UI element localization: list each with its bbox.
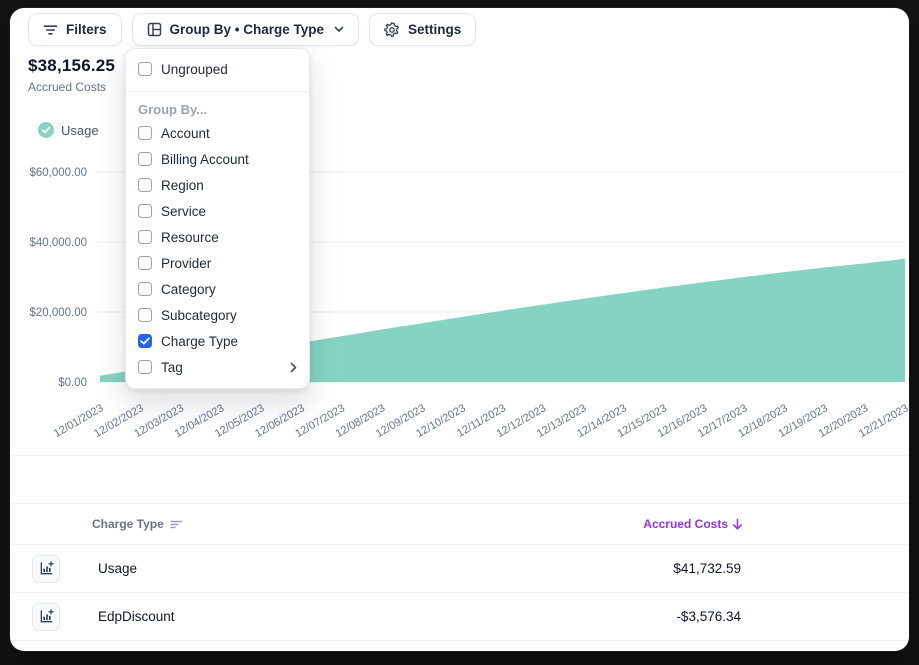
accrued-costs-cell: -$3,576.34 bbox=[676, 609, 741, 624]
filters-button[interactable]: Filters bbox=[28, 13, 122, 46]
menu-item-region[interactable]: Region bbox=[126, 172, 309, 198]
charge-type-table: Charge Type Accrued Costs Usage $41,732.5… bbox=[10, 503, 909, 641]
menu-item-label: Subcategory bbox=[161, 308, 237, 323]
checkbox-subcategory[interactable] bbox=[138, 308, 152, 322]
check-circle-icon bbox=[38, 122, 54, 138]
column-header-accrued-costs[interactable]: Accrued Costs bbox=[643, 517, 743, 531]
checkbox-ungrouped[interactable] bbox=[138, 62, 152, 76]
section-divider bbox=[10, 455, 909, 456]
menu-item-provider[interactable]: Provider bbox=[126, 250, 309, 276]
table-row-usage[interactable]: Usage $41,732.59 bbox=[10, 545, 909, 593]
menu-item-label: Tag bbox=[161, 360, 183, 375]
chevron-right-icon bbox=[290, 362, 297, 373]
bar-chart-plus-icon bbox=[39, 561, 54, 576]
accrued-costs-header-label: Accrued Costs bbox=[643, 517, 728, 531]
checkbox-account[interactable] bbox=[138, 126, 152, 140]
group-by-button[interactable]: Group By • Charge Type bbox=[132, 13, 360, 46]
bar-chart-plus-icon bbox=[39, 609, 54, 624]
table-header-row: Charge Type Accrued Costs bbox=[10, 503, 909, 545]
menu-item-label: Region bbox=[161, 178, 204, 193]
sort-lines-icon bbox=[170, 519, 183, 530]
menu-item-label: Service bbox=[161, 204, 206, 219]
checkbox-category[interactable] bbox=[138, 282, 152, 296]
filter-icon bbox=[43, 23, 58, 37]
menu-item-charge-type[interactable]: Charge Type bbox=[126, 328, 309, 354]
menu-item-label: Ungrouped bbox=[161, 62, 228, 77]
y-axis-tick-label: $20,000.00 bbox=[29, 307, 87, 319]
menu-item-tag[interactable]: Tag bbox=[126, 354, 309, 380]
y-axis-tick-label: $40,000.00 bbox=[29, 237, 87, 249]
legend-label: Usage bbox=[61, 123, 99, 138]
accrued-costs-total: $38,156.25 bbox=[28, 56, 115, 76]
menu-item-service[interactable]: Service bbox=[126, 198, 309, 224]
charge-type-cell: Usage bbox=[98, 561, 137, 576]
cost-report-card: Filters Group By • Charge Type Settings … bbox=[10, 8, 909, 651]
chart-legend[interactable]: Usage bbox=[38, 122, 99, 138]
charge-type-header-label: Charge Type bbox=[92, 517, 164, 531]
menu-item-label: Category bbox=[161, 282, 216, 297]
menu-item-billing-account[interactable]: Billing Account bbox=[126, 146, 309, 172]
menu-item-label: Resource bbox=[161, 230, 219, 245]
menu-section-label: Group By... bbox=[126, 92, 309, 120]
chevron-down-icon bbox=[334, 26, 344, 33]
add-to-chart-button[interactable] bbox=[32, 555, 60, 583]
menu-item-label: Billing Account bbox=[161, 152, 249, 167]
column-header-charge-type[interactable]: Charge Type bbox=[92, 517, 183, 531]
menu-item-ungrouped[interactable]: Ungrouped bbox=[126, 55, 309, 83]
checkbox-resource[interactable] bbox=[138, 230, 152, 244]
menu-item-label: Account bbox=[161, 126, 210, 141]
gear-icon bbox=[384, 22, 400, 38]
menu-item-category[interactable]: Category bbox=[126, 276, 309, 302]
grid-icon bbox=[147, 22, 162, 37]
sort-desc-arrow-icon bbox=[732, 518, 743, 531]
checkbox-tag[interactable] bbox=[138, 360, 152, 374]
checkbox-billing-account[interactable] bbox=[138, 152, 152, 166]
checkbox-provider[interactable] bbox=[138, 256, 152, 270]
group-by-label: Group By • Charge Type bbox=[170, 22, 325, 37]
checkbox-charge-type[interactable] bbox=[138, 334, 152, 348]
menu-item-resource[interactable]: Resource bbox=[126, 224, 309, 250]
menu-item-label: Provider bbox=[161, 256, 211, 271]
checkbox-service[interactable] bbox=[138, 204, 152, 218]
toolbar: Filters Group By • Charge Type Settings bbox=[28, 13, 476, 46]
summary: $38,156.25 Accrued Costs bbox=[28, 56, 115, 94]
y-axis-tick-label: $0.00 bbox=[58, 377, 87, 389]
add-to-chart-button[interactable] bbox=[32, 603, 60, 631]
checkbox-region[interactable] bbox=[138, 178, 152, 192]
charge-type-cell: EdpDiscount bbox=[98, 609, 175, 624]
y-axis-tick-label: $60,000.00 bbox=[29, 167, 87, 179]
filters-label: Filters bbox=[66, 22, 107, 37]
accrued-costs-cell: $41,732.59 bbox=[673, 561, 741, 576]
accrued-costs-caption: Accrued Costs bbox=[28, 80, 115, 94]
menu-item-label: Charge Type bbox=[161, 334, 238, 349]
settings-label: Settings bbox=[408, 22, 461, 37]
table-row-edpdiscount[interactable]: EdpDiscount -$3,576.34 bbox=[10, 593, 909, 641]
menu-item-account[interactable]: Account bbox=[126, 120, 309, 146]
group-by-menu: Ungrouped Group By... Account Billing Acc… bbox=[125, 48, 310, 389]
settings-button[interactable]: Settings bbox=[369, 13, 476, 46]
menu-item-subcategory[interactable]: Subcategory bbox=[126, 302, 309, 328]
